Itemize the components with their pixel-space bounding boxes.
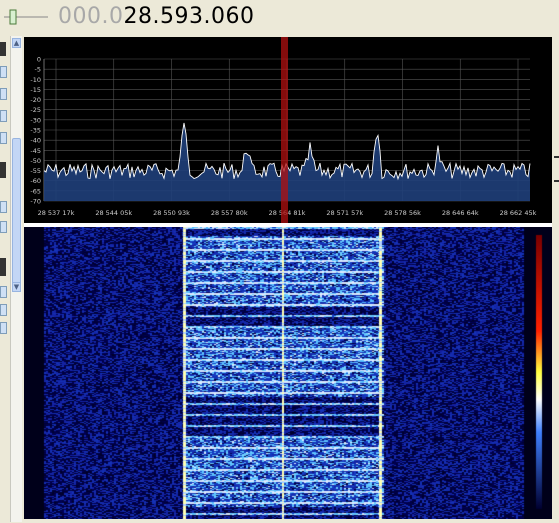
side-button[interactable] xyxy=(0,88,7,100)
freq-tick-label: 28 557 80k xyxy=(211,209,248,217)
db-tick-label: -5 xyxy=(35,66,41,74)
frequency-active-digits: 28.593.060 xyxy=(123,4,255,29)
edge-mark xyxy=(554,180,559,182)
db-tick-label: -70 xyxy=(30,198,41,206)
right-edge-strip xyxy=(552,36,559,522)
freq-tick-label: 28 578 56k xyxy=(384,209,421,217)
spectrum-svg: 0 -5 -10 -15 -20 -25 -30 -35 -40 -45 -50 -55 -60 -65 -… xyxy=(30,37,537,223)
waterfall-display[interactable] xyxy=(24,227,552,519)
db-tick-label: 0 xyxy=(37,56,41,64)
db-tick-label: -35 xyxy=(30,127,41,135)
freq-tick-label: 28 550 93k xyxy=(153,209,190,217)
freq-tick-label: 28 544 05k xyxy=(95,209,132,217)
freq-tick-label: 28 571 57k xyxy=(326,209,363,217)
db-tick-label: -55 xyxy=(30,167,41,175)
scroll-up-icon[interactable]: ▲ xyxy=(12,38,21,48)
side-button[interactable] xyxy=(0,66,7,78)
tuning-marker xyxy=(281,37,288,223)
side-button[interactable] xyxy=(0,221,7,233)
side-button[interactable] xyxy=(0,201,7,213)
db-tick-label: -15 xyxy=(30,86,41,94)
db-tick-label: -20 xyxy=(30,96,41,104)
db-tick-label: -50 xyxy=(30,157,41,165)
db-tick-label: -40 xyxy=(30,137,41,145)
db-tick-label: -45 xyxy=(30,147,41,155)
waterfall-canvas xyxy=(24,227,552,519)
spectrum-plot[interactable]: 0 -5 -10 -15 -20 -25 -30 -35 -40 -45 -50 -55 -60 -65 -… xyxy=(24,37,552,223)
vertical-scrollbar[interactable]: ▲ ▼ xyxy=(10,36,22,522)
side-button[interactable] xyxy=(0,286,7,298)
scroll-down-icon[interactable]: ▼ xyxy=(12,282,21,292)
db-tick-label: -25 xyxy=(30,106,41,114)
db-tick-label: -10 xyxy=(30,76,41,84)
frequency-display[interactable]: 000.028.593.060 xyxy=(58,4,254,29)
freq-tick-label: 28 662 45k xyxy=(500,209,537,217)
side-button[interactable] xyxy=(0,110,7,122)
control-block xyxy=(0,42,6,56)
frequency-toolbar: 000.028.593.060 xyxy=(0,0,559,36)
control-block xyxy=(0,258,6,276)
side-button[interactable] xyxy=(0,132,7,144)
side-button[interactable] xyxy=(0,304,7,316)
frequency-leading-digits: 000.0 xyxy=(58,4,124,29)
freq-tick-label: 28 646 64k xyxy=(442,209,479,217)
edge-mark xyxy=(554,156,559,158)
scrollbar-thumb[interactable] xyxy=(12,138,21,288)
side-button[interactable] xyxy=(0,322,7,334)
db-tick-label: -60 xyxy=(30,177,41,185)
control-block xyxy=(0,162,6,178)
left-control-strip xyxy=(0,36,10,522)
tuning-slider-icon[interactable] xyxy=(4,8,48,26)
db-tick-label: -65 xyxy=(30,187,41,195)
db-tick-label: -30 xyxy=(30,116,41,124)
freq-tick-label: 28 537 17k xyxy=(38,209,75,217)
